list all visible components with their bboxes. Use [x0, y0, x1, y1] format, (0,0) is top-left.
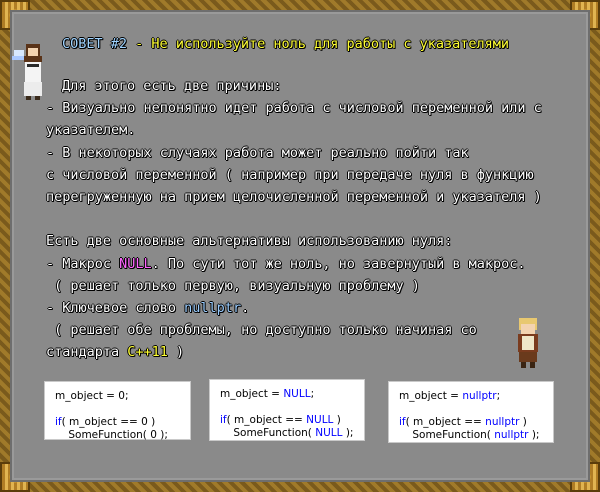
code-sample-nullptr: m_object = nullptr; if( m_object == nullp…: [388, 381, 554, 443]
code-text: ( m_object ==: [405, 416, 486, 428]
tip-header: СОВЕТ #2 - Не используйте ноль для работ…: [62, 36, 509, 52]
code-text: m_object =: [399, 390, 463, 402]
code-keyword: NULL: [283, 388, 311, 400]
reason2-line3: перегруженную на прием целочисленной пер…: [46, 189, 542, 205]
code-line: if( m_object == nullptr ): [399, 416, 527, 428]
alternatives-intro: Есть две основные альтернативы использов…: [46, 233, 453, 249]
code-text: SomeFunction(: [399, 429, 495, 441]
code-line: if( m_object == 0 ): [55, 416, 156, 428]
code-keyword: nullptr: [485, 416, 520, 428]
keyword-line: - Ключевое слово nullptr.: [46, 298, 249, 320]
code-sample-null: m_object = NULL; if( m_object == NULL ) S…: [209, 379, 365, 441]
keyword-suffix: .: [241, 300, 250, 316]
macro-suffix: . По сути тот же ноль, но завернутый в м…: [151, 256, 526, 272]
code-line: m_object = 0;: [55, 390, 129, 402]
code-line: m_object = nullptr;: [399, 390, 543, 403]
null-keyword: NULL: [119, 256, 152, 272]
keyword-prefix: - Ключевое слово: [46, 300, 185, 316]
nullptr-keyword: nullptr: [184, 300, 242, 316]
code-text: );: [528, 429, 540, 441]
tip-title: - Не используйте ноль для работы с указа…: [127, 36, 510, 52]
code-keyword: nullptr: [462, 390, 497, 402]
code-text: ;: [496, 390, 501, 402]
pixel-boy-sprite-icon: [518, 318, 538, 368]
code-keyword: NULL: [315, 427, 343, 439]
code-text: ;: [310, 388, 315, 400]
reason2-line1: - В некоторых случаях работа может реаль…: [46, 145, 469, 161]
cpp11-keyword: C++11: [127, 344, 168, 360]
macro-line: - Макрос NULL. По сути тот же ноль, но з…: [46, 254, 526, 276]
code-line: if( m_object == NULL ): [220, 414, 341, 426]
code-text: SomeFunction(: [220, 427, 316, 439]
code-text: ( m_object ==: [226, 414, 307, 426]
macro-prefix: - Макрос: [46, 256, 120, 272]
code-sample-zero: m_object = 0; if( m_object == 0 ) SomeFun…: [44, 381, 191, 441]
code-text: m_object =: [220, 388, 284, 400]
reason1-line1: - Визуально непонятно идет работа с числ…: [46, 100, 542, 116]
code-line: SomeFunction( 0 );: [55, 429, 168, 441]
tip-prefix: СОВЕТ: [62, 36, 111, 52]
code-text: );: [342, 427, 354, 439]
tip-number: #2: [110, 36, 128, 52]
reason2-line2: с числовой переменной ( например при пер…: [46, 167, 534, 183]
code-line: SomeFunction( nullptr );: [399, 429, 543, 442]
macro-note: ( решает только первую, визуальную пробл…: [46, 278, 420, 294]
standard-prefix: стандарта: [46, 344, 128, 360]
keyword-note: ( решает обе проблемы, но доступно тольк…: [46, 322, 477, 338]
code-if-rest: ( m_object == 0 ): [61, 416, 156, 428]
code-text: ): [519, 416, 527, 428]
code-keyword: nullptr: [494, 429, 529, 441]
code-line: m_object = NULL;: [220, 388, 354, 401]
standard-suffix: ): [167, 344, 185, 360]
intro-line: Для этого есть две причины:: [62, 78, 282, 94]
code-keyword: NULL: [306, 414, 334, 426]
code-line: SomeFunction( NULL );: [220, 427, 354, 440]
pixel-girl-sprite-icon: [12, 44, 42, 100]
standard-line: стандарта C++11 ): [46, 342, 184, 364]
code-text: ): [333, 414, 341, 426]
reason1-line2: указателем.: [46, 122, 136, 138]
